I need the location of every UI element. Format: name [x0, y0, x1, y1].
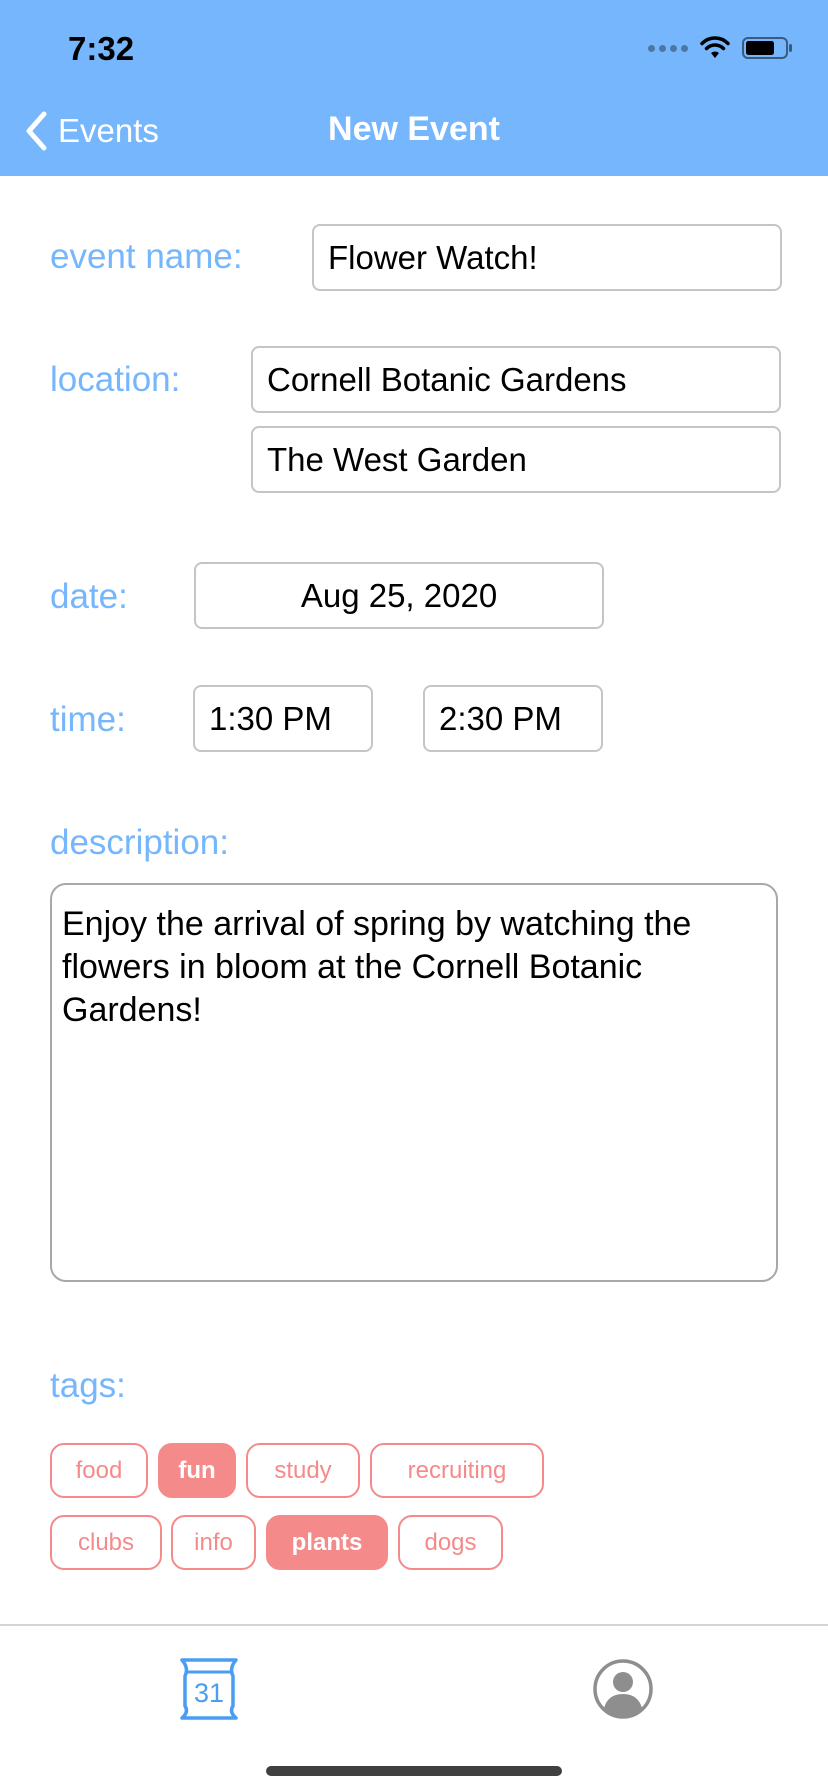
- tag-label: clubs: [77, 1528, 135, 1556]
- tag-label: recruiting: [407, 1456, 507, 1484]
- event-name-label: event name:: [50, 237, 243, 276]
- end-time-field[interactable]: 2:30 PM: [423, 685, 603, 752]
- nav-header: 7:32 Events New Event: [0, 0, 828, 176]
- start-time-value: 1:30 PM: [209, 699, 332, 737]
- tag-info[interactable]: info: [171, 1515, 256, 1570]
- description-label: description:: [50, 823, 229, 862]
- tag-label: food: [75, 1456, 123, 1484]
- tag-label: info: [194, 1528, 233, 1556]
- page-title: New Event: [328, 110, 500, 148]
- tag-label: plants: [291, 1528, 363, 1556]
- start-time-field[interactable]: 1:30 PM: [193, 685, 373, 752]
- location-line2-field[interactable]: The West Garden: [251, 426, 781, 493]
- calendar-icon[interactable]: 31: [177, 1656, 241, 1720]
- location-line2-value: The West Garden: [267, 440, 527, 478]
- signal-icon: [648, 44, 688, 52]
- end-time-value: 2:30 PM: [439, 699, 562, 737]
- home-indicator[interactable]: [266, 1766, 562, 1776]
- profile-icon[interactable]: [592, 1658, 654, 1720]
- calendar-day: 31: [194, 1678, 224, 1708]
- tag-recruiting[interactable]: recruiting: [370, 1443, 544, 1498]
- tag-clubs[interactable]: clubs: [50, 1515, 162, 1570]
- status-icons: [648, 36, 794, 60]
- time-label: time:: [50, 700, 126, 739]
- tag-fun[interactable]: fun: [158, 1443, 236, 1498]
- tag-label: study: [274, 1456, 332, 1484]
- status-time: 7:32: [68, 30, 135, 67]
- battery-icon: [742, 37, 792, 59]
- date-label: date:: [50, 577, 128, 616]
- description-value: Enjoy the arrival of spring by watching …: [62, 905, 692, 1029]
- description-textarea[interactable]: Enjoy the arrival of spring by watching …: [50, 883, 778, 1282]
- event-name-value: Flower Watch!: [328, 238, 538, 276]
- tag-label: dogs: [424, 1528, 477, 1556]
- tag-label: fun: [178, 1456, 216, 1484]
- tags-label: tags:: [50, 1366, 126, 1405]
- date-value: Aug 25, 2020: [300, 576, 498, 614]
- wifi-icon: [700, 36, 730, 58]
- tag-plants[interactable]: plants: [266, 1515, 388, 1570]
- location-line1-value: Cornell Botanic Gardens: [267, 360, 627, 398]
- tag-dogs[interactable]: dogs: [398, 1515, 503, 1570]
- tag-study[interactable]: study: [246, 1443, 360, 1498]
- location-line1-field[interactable]: Cornell Botanic Gardens: [251, 346, 781, 413]
- date-field[interactable]: Aug 25, 2020: [194, 562, 604, 629]
- tag-food[interactable]: food: [50, 1443, 148, 1498]
- location-label: location:: [50, 360, 181, 399]
- event-name-field[interactable]: Flower Watch!: [312, 224, 782, 291]
